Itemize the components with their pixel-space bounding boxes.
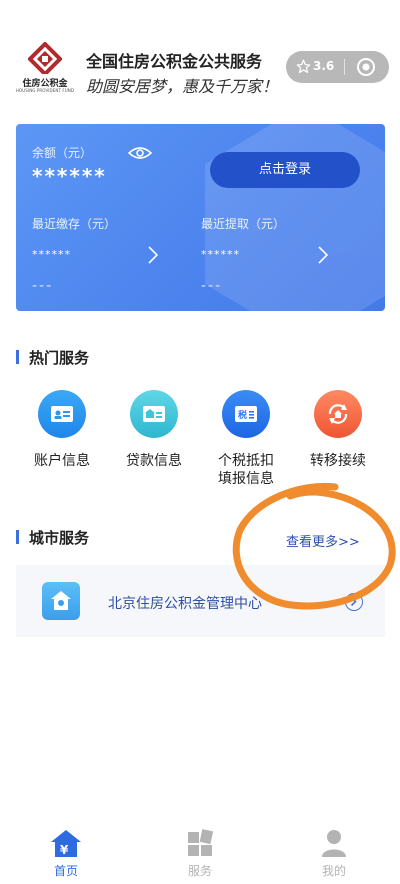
service-tax-deduction-label-line1: 个税抵扣	[218, 453, 274, 469]
balance-label: 余额（元）	[32, 146, 93, 160]
profile-icon	[304, 828, 364, 858]
city-services-title-text: 城市服务	[29, 529, 90, 547]
home-icon: ¥	[36, 828, 96, 858]
city-service-item[interactable]: 北京住房公积金管理中心	[16, 565, 385, 637]
balance-value: ******	[32, 164, 107, 188]
services-glyph	[188, 829, 214, 856]
deposit-date: ---	[32, 278, 54, 294]
loan-house-icon	[143, 406, 165, 422]
service-account-info-label: 账户信息	[34, 453, 90, 469]
hot-services-title-text: 热门服务	[29, 349, 90, 367]
tab-profile-label: 我的	[321, 864, 346, 878]
deposit-label: 最近缴存（元）	[32, 217, 117, 231]
service-tax-deduction-circle: 税	[222, 390, 270, 438]
deposit-value: ******	[32, 248, 71, 261]
chevron-right-circle-icon[interactable]	[345, 593, 363, 611]
service-loan-info[interactable]: 贷款信息	[114, 390, 194, 470]
service-tax-deduction-label: 个税抵扣 填报信息	[206, 452, 286, 488]
city-house-glyph	[51, 591, 71, 610]
profile-glyph	[322, 830, 346, 857]
section-accent-bar	[16, 530, 19, 544]
target-icon[interactable]	[356, 57, 376, 77]
services-icon	[170, 828, 230, 858]
service-tax-deduction[interactable]: 税 个税抵扣 填报信息	[206, 390, 286, 488]
view-more-link[interactable]: 查看更多>>	[286, 531, 360, 550]
deposit-chevron-icon[interactable]	[148, 246, 158, 264]
tab-profile[interactable]: 我的	[304, 828, 364, 879]
rating-value: 3.6	[313, 59, 335, 73]
account-card-icon	[51, 406, 73, 422]
city-services-title: 城市服务	[16, 527, 89, 548]
logo-subtitle: HOUSING PROVIDENT FUND	[15, 88, 75, 93]
miniprogram-capsule[interactable]: 3.6	[286, 51, 389, 83]
home-glyph: ¥	[51, 830, 81, 857]
eye-icon[interactable]	[128, 145, 152, 161]
tab-services-label: 服务	[187, 864, 212, 878]
chevron-right-icon	[350, 596, 357, 607]
withdraw-value: ******	[201, 248, 240, 261]
tab-services[interactable]: 服务	[170, 828, 230, 879]
tab-home-label: 首页	[53, 864, 78, 878]
city-service-name: 北京住房公积金管理中心	[108, 596, 262, 612]
tax-icon: 税	[235, 406, 257, 422]
withdraw-chevron-icon[interactable]	[318, 246, 328, 264]
star-icon[interactable]	[296, 59, 311, 74]
app-slogan: 助圆安居梦，惠及千万家！	[86, 77, 279, 96]
service-loan-info-circle	[130, 390, 178, 438]
capsule-divider	[344, 59, 345, 75]
bottom-tab-bar: ¥ 首页 服务 我的	[0, 820, 400, 884]
svg-text:税: 税	[238, 409, 247, 421]
transfer-house-icon	[328, 404, 348, 424]
city-house-icon	[42, 582, 80, 620]
account-card: 余额（元） ****** 点击登录 最近缴存（元） ****** --- 最近提…	[16, 124, 385, 311]
service-transfer-label: 转移接续	[310, 453, 366, 469]
service-account-info[interactable]: 账户信息	[22, 390, 102, 470]
service-transfer[interactable]: 转移接续	[298, 390, 378, 470]
service-account-info-circle	[38, 390, 86, 438]
housing-fund-logo: 住房公积金 HOUSING PROVIDENT FUND	[14, 42, 76, 96]
service-transfer-circle	[314, 390, 362, 438]
app-header: 住房公积金 HOUSING PROVIDENT FUND 全国住房公积金公共服务…	[0, 0, 400, 110]
app-title: 全国住房公积金公共服务	[86, 52, 263, 71]
service-tax-deduction-label-line2: 填报信息	[218, 471, 274, 487]
hot-services-title: 热门服务	[16, 347, 89, 368]
withdraw-date: ---	[201, 278, 223, 294]
login-button[interactable]: 点击登录	[210, 152, 360, 188]
section-accent-bar	[16, 350, 19, 364]
tab-home[interactable]: ¥ 首页	[36, 828, 96, 879]
withdraw-label: 最近提取（元）	[201, 217, 286, 231]
service-loan-info-label: 贷款信息	[126, 453, 182, 469]
svg-text:¥: ¥	[60, 843, 69, 857]
logo-emblem-icon	[28, 42, 62, 74]
